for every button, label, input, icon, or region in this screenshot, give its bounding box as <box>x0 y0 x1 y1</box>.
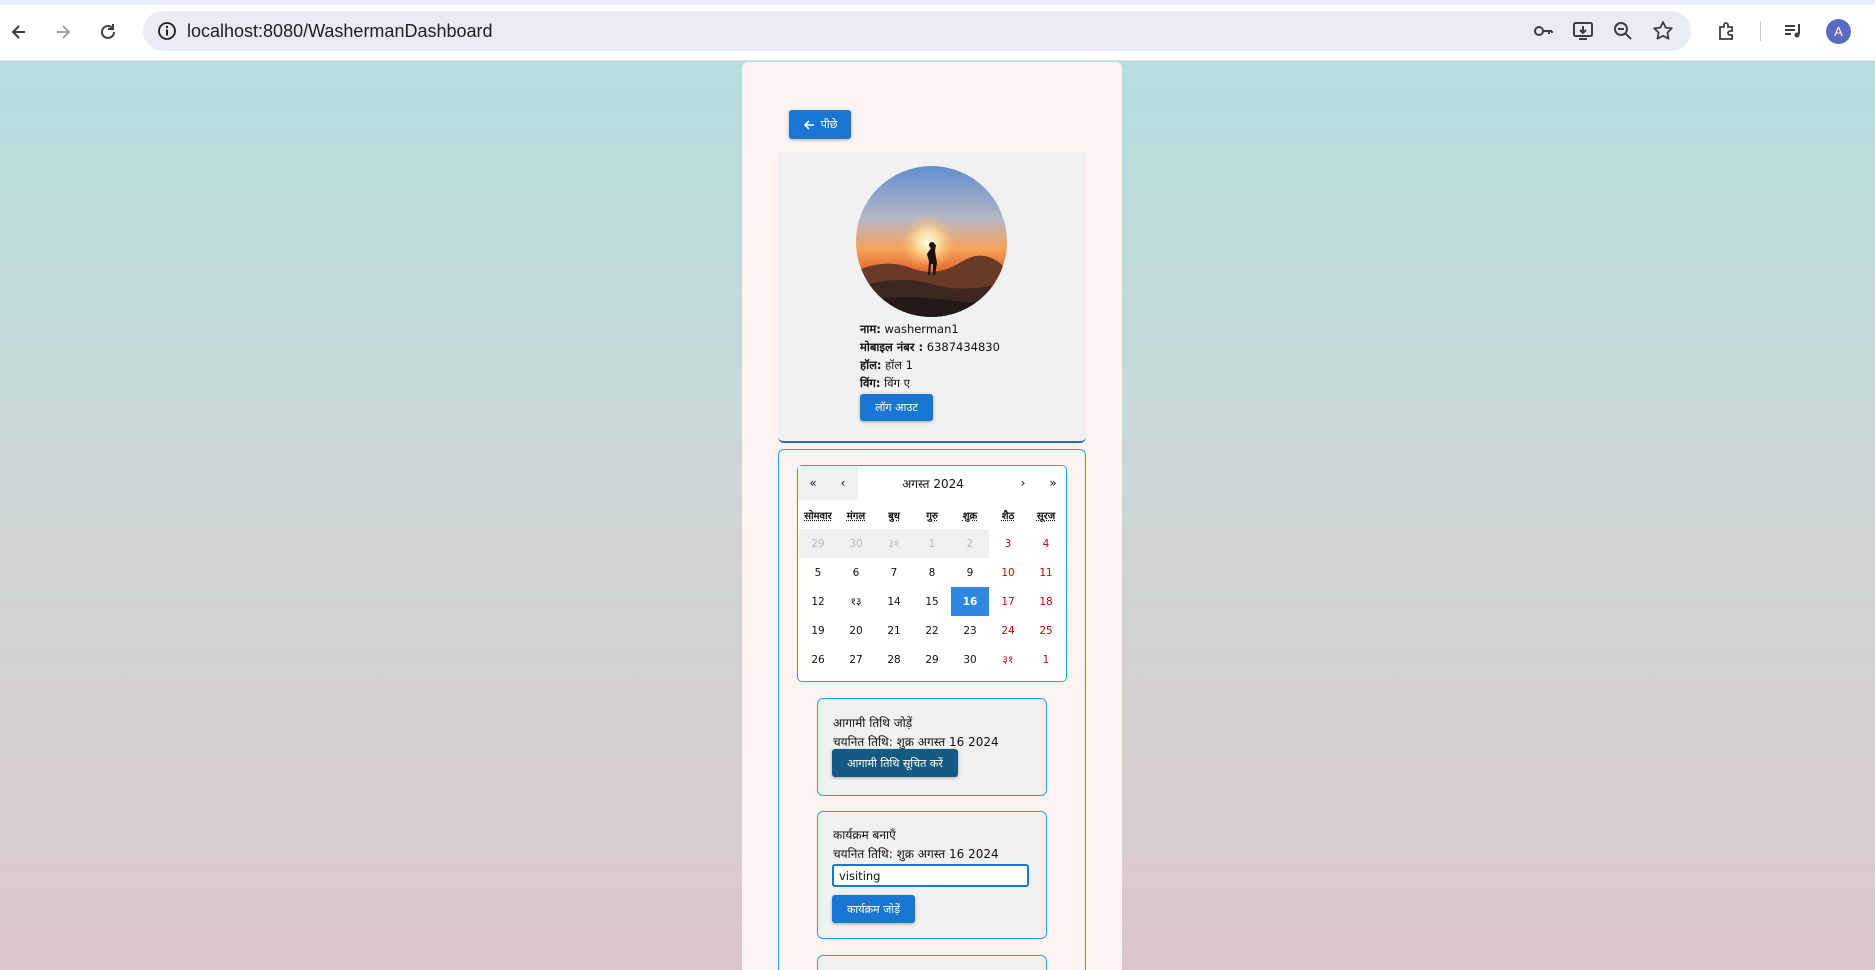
bookmark-star-icon[interactable] <box>1649 17 1677 45</box>
calendar-day[interactable]: 25 <box>1027 616 1065 645</box>
calendar-day[interactable]: 5 <box>799 558 837 587</box>
calendar-day[interactable]: 27 <box>837 645 875 674</box>
calendar-next-month-button[interactable]: › <box>1008 466 1038 500</box>
browser-toolbar: localhost:8080/WashermanDashboard A <box>0 0 1875 61</box>
calendar-day[interactable]: 30 <box>837 529 875 558</box>
calendar-day[interactable]: ३१ <box>989 645 1027 674</box>
zoom-icon[interactable] <box>1609 17 1637 45</box>
calendar-weekday-header: गुरु <box>926 511 938 522</box>
extensions-icon[interactable] <box>1710 14 1744 48</box>
hall-value: हॉल 1 <box>885 358 913 372</box>
calendar-day[interactable]: 14 <box>875 587 913 616</box>
calendar-weekday-header: सूरज <box>1036 511 1056 522</box>
wing-label: विंग: <box>860 376 881 390</box>
address-bar[interactable]: localhost:8080/WashermanDashboard <box>143 11 1691 51</box>
dashboard-card: पीछे नाम: washerman1 मोबाइल नंबर: 63874… <box>742 62 1122 970</box>
calendar-day[interactable]: 20 <box>837 616 875 645</box>
calendar-day[interactable]: 9 <box>951 558 989 587</box>
reload-icon[interactable] <box>90 14 126 50</box>
wing-value: विंग ए <box>884 376 910 390</box>
event-selected-date: चयनित तिथि: शुक्र अगस्त 16 2024 <box>833 847 999 861</box>
calendar-day[interactable]: 29 <box>799 529 837 558</box>
calendar-day[interactable]: 18 <box>1027 587 1065 616</box>
calendar-day-selected[interactable]: 16 <box>951 587 989 616</box>
hall-label: हॉल: <box>860 358 882 372</box>
profile-wing-row: विंग: विंग ए <box>860 374 1000 392</box>
profile-hall-row: हॉल: हॉल 1 <box>860 356 1000 374</box>
calendar-day[interactable]: 7 <box>875 558 913 587</box>
calendar-weekday-header: बुध <box>888 511 900 522</box>
calendar-day[interactable]: 1 <box>1027 645 1065 674</box>
calendar-month-title[interactable]: अगस्त 2024 <box>858 466 1008 500</box>
calendar-weekday-header: मंगल <box>846 511 866 522</box>
calendar-weekday-header: सोमवार <box>804 511 832 522</box>
tab-strip <box>0 0 1875 5</box>
next-panel <box>817 955 1047 970</box>
name-label: नाम: <box>860 322 881 336</box>
profile-photo <box>856 166 1007 317</box>
calendar-day[interactable]: 29 <box>913 645 951 674</box>
logout-button[interactable]: लॉग आउट <box>860 394 933 421</box>
forward-arrow-icon[interactable] <box>45 14 81 50</box>
calendar-day[interactable]: 2 <box>951 529 989 558</box>
event-heading: कार्यक्रम बनाएँ <box>833 828 896 842</box>
calendar-day[interactable]: 6 <box>837 558 875 587</box>
back-button-label: पीछे <box>820 118 838 131</box>
calendar-day[interactable]: 30 <box>951 645 989 674</box>
site-info-icon[interactable] <box>151 15 183 47</box>
profile-avatar[interactable]: A <box>1826 19 1851 44</box>
calendar-prev-year-button[interactable]: « <box>798 466 828 500</box>
profile-mobile-row: मोबाइल नंबर : 6387434830 <box>860 338 1000 356</box>
calendar-day[interactable]: 15 <box>913 587 951 616</box>
calendar-day[interactable]: 21 <box>875 616 913 645</box>
name-value: washerman1 <box>884 322 959 336</box>
toolbar-divider <box>1760 21 1761 41</box>
back-button[interactable]: पीछे <box>789 110 851 139</box>
page-background: पीछे नाम: washerman1 मोबाइल नंबर: 63874… <box>0 61 1875 970</box>
add-event-button[interactable]: कार्यक्रम जोड़ें <box>832 895 915 923</box>
calendar-day[interactable]: 23 <box>951 616 989 645</box>
profile-name-row: नाम: washerman1 <box>860 320 1000 338</box>
calendar-day[interactable]: 19 <box>799 616 837 645</box>
calendar-day[interactable]: 8 <box>913 558 951 587</box>
schedule-section: « ‹ अगस्त 2024 › » सोमवार मंगल बुध गुरु शुक्… <box>778 449 1086 970</box>
arrow-left-icon <box>803 119 814 130</box>
install-app-icon[interactable] <box>1569 17 1597 45</box>
calendar-day[interactable]: 12 <box>799 587 837 616</box>
mobile-label: मोबाइल नंबर : <box>860 340 924 354</box>
calendar-day[interactable]: ३१ <box>875 529 913 558</box>
calendar-day[interactable]: 22 <box>913 616 951 645</box>
calendar-day[interactable]: १३ <box>837 587 875 616</box>
back-arrow-icon[interactable] <box>1 14 37 50</box>
notify-upcoming-date-button[interactable]: आगामी तिथि सूचित करें <box>832 749 958 777</box>
profile-panel: नाम: washerman1 मोबाइल नंबर : 6387434830… <box>778 151 1086 443</box>
calendar-day[interactable]: 26 <box>799 645 837 674</box>
calendar-day[interactable]: 1 <box>913 529 951 558</box>
upcoming-heading: आगामी तिथि जोड़ें <box>833 716 913 730</box>
calendar-day[interactable]: 3 <box>989 529 1027 558</box>
mobile-value: 6387434830 <box>926 340 1000 354</box>
calendar-day[interactable]: 11 <box>1027 558 1065 587</box>
calendar-day[interactable]: 17 <box>989 587 1027 616</box>
upcoming-selected-date: चयनित तिथि: शुक्र अगस्त 16 2024 <box>833 735 999 749</box>
calendar-day[interactable]: 28 <box>875 645 913 674</box>
calendar: « ‹ अगस्त 2024 › » सोमवार मंगल बुध गुरु शुक्… <box>797 465 1067 682</box>
create-event-panel: कार्यक्रम बनाएँ चयनित तिथि: शुक्र अगस्त … <box>817 811 1047 939</box>
calendar-next-year-button[interactable]: » <box>1038 466 1068 500</box>
password-key-icon[interactable] <box>1529 17 1557 45</box>
calendar-day[interactable]: 24 <box>989 616 1027 645</box>
calendar-day[interactable]: 4 <box>1027 529 1065 558</box>
calendar-weekday-header: शुक्र <box>962 511 978 522</box>
calendar-prev-month-button[interactable]: ‹ <box>828 466 858 500</box>
event-name-input[interactable] <box>832 864 1029 887</box>
calendar-day[interactable]: 10 <box>989 558 1027 587</box>
url-text[interactable]: localhost:8080/WashermanDashboard <box>187 21 493 42</box>
calendar-weekday-header: शैठ <box>1001 511 1015 522</box>
upcoming-date-panel: आगामी तिथि जोड़ें चयनित तिथि: शुक्र अगस्… <box>817 698 1047 796</box>
profile-details: नाम: washerman1 मोबाइल नंबर : 6387434830… <box>860 320 1000 392</box>
media-controls-icon[interactable] <box>1776 14 1810 48</box>
